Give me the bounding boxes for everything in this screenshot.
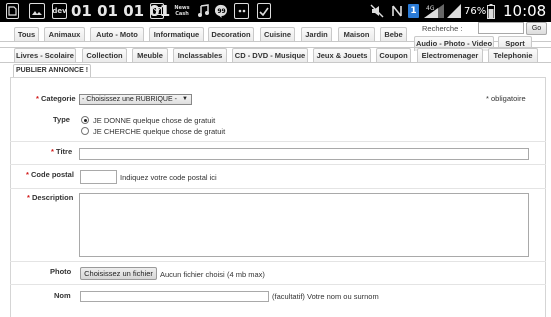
choose-file-button[interactable]: Choisissez un fichier <box>80 267 157 280</box>
name-label: Nom <box>54 291 71 300</box>
hangouts-icon: 99 <box>214 3 228 19</box>
search-input[interactable] <box>478 22 524 34</box>
tab-cd-dvd-musique[interactable]: CD - DVD - Musique <box>232 48 308 63</box>
file-status: Aucun fichier choisi <box>160 270 225 279</box>
tab-jeux-jouets[interactable]: Jeux & Jouets <box>313 48 371 63</box>
title-input[interactable] <box>79 148 529 160</box>
mute-icon <box>370 0 384 22</box>
name-input[interactable] <box>80 291 269 302</box>
type-label: Type <box>53 115 70 124</box>
tab-collection[interactable]: Collection <box>82 48 127 63</box>
email-icon <box>150 3 164 19</box>
battery-icon <box>487 0 495 22</box>
category-select-value: - Choisissez une RUBRIQUE - <box>82 96 177 103</box>
tab-bebe[interactable]: Bebe <box>380 27 407 42</box>
tab-auto-moto[interactable]: Auto - Moto <box>90 27 144 42</box>
signal-icon: 4G <box>423 0 445 22</box>
dropdown-arrow-icon: ▼ <box>182 96 188 102</box>
title-label-text: Titre <box>56 147 73 156</box>
radio-je-cherche[interactable] <box>81 127 89 135</box>
battery-percent: 76% <box>464 5 487 17</box>
tab-informatique[interactable]: Informatique <box>149 27 204 42</box>
postal-code-input[interactable] <box>80 170 117 184</box>
radio-je-cherche-label: JE CHERCHE quelque chose de gratuit <box>93 127 226 136</box>
svg-text:99: 99 <box>217 8 225 15</box>
tab-maison[interactable]: Maison <box>338 27 375 42</box>
status-bar: dev 01 01 01 01 News Cash 99 1 4G 76% 10… <box>0 0 551 22</box>
search-label: Recherche : <box>422 24 463 33</box>
description-required-star: * <box>27 193 30 202</box>
tab-tous[interactable]: Tous <box>14 27 39 42</box>
tab-livres-scolaire[interactable]: Livres - Scolaire <box>14 48 76 63</box>
signal-bars-icon <box>446 0 462 22</box>
chat-icon <box>234 3 249 19</box>
required-note: * obligatoire <box>486 94 526 103</box>
form-divider <box>10 188 546 189</box>
image-icon <box>29 3 45 19</box>
description-label: * Description <box>27 193 73 202</box>
file-size-limit: (4 mb max) <box>227 270 265 279</box>
music-icon <box>196 3 210 19</box>
title-label: * Titre <box>51 147 72 156</box>
form-divider <box>10 141 546 142</box>
tab-jardin[interactable]: Jardin <box>301 27 332 42</box>
tab-cuisine[interactable]: Cuisine <box>260 27 295 42</box>
category-label: * Categorie <box>36 94 76 103</box>
sim-number: 1 <box>408 4 419 18</box>
tab-inclassables[interactable]: Inclassables <box>173 48 227 63</box>
form-divider <box>10 164 546 165</box>
tab-row-divider-3 <box>0 62 551 63</box>
dev-icon: dev <box>52 3 67 19</box>
news-icon: News Cash <box>172 3 192 19</box>
search-go-button[interactable]: Go <box>526 22 547 35</box>
check-icon <box>257 3 271 19</box>
form-divider <box>10 284 546 285</box>
clock: 10:08 <box>503 2 547 20</box>
tab-meuble[interactable]: Meuble <box>132 48 168 63</box>
postal-label-text: Code postal <box>31 170 74 179</box>
news-label: News Cash <box>174 5 190 17</box>
postal-required-star: * <box>26 170 29 179</box>
nfc-icon <box>391 0 403 22</box>
category-required-star: * <box>36 94 39 103</box>
tab-decoration[interactable]: Decoration <box>208 27 254 42</box>
postal-code-label: * Code postal <box>26 170 74 179</box>
photo-label: Photo <box>50 267 72 276</box>
required-note-text: * obligatoire <box>486 94 526 103</box>
dev-label: dev <box>52 7 67 15</box>
sim-icon <box>6 3 19 19</box>
sim-number-icon: 1 <box>408 0 419 22</box>
radio-je-donne[interactable] <box>81 116 89 124</box>
form-divider <box>10 261 546 262</box>
description-label-text: Description <box>32 193 74 202</box>
category-label-text: Categorie <box>41 94 76 103</box>
radio-je-donne-label: JE DONNE quelque chose de gratuit <box>93 116 216 125</box>
postal-code-hint: Indiquez votre code postal ici <box>120 173 217 182</box>
tab-coupon[interactable]: Coupon <box>376 48 411 63</box>
category-select[interactable]: - Choisissez une RUBRIQUE - ▼ <box>79 94 192 105</box>
tab-telephonie[interactable]: Telephonie <box>488 48 538 63</box>
title-required-star: * <box>51 147 54 156</box>
name-hint: (facultatif) Votre nom ou surnom <box>272 292 379 301</box>
tab-electromenager[interactable]: Electromenager <box>417 48 483 63</box>
description-textarea[interactable] <box>79 193 529 257</box>
tab-animaux[interactable]: Animaux <box>44 27 85 42</box>
svg-text:4G: 4G <box>426 5 435 12</box>
tab-publier-annonce[interactable]: PUBLIER ANNONCE ! <box>13 64 91 77</box>
